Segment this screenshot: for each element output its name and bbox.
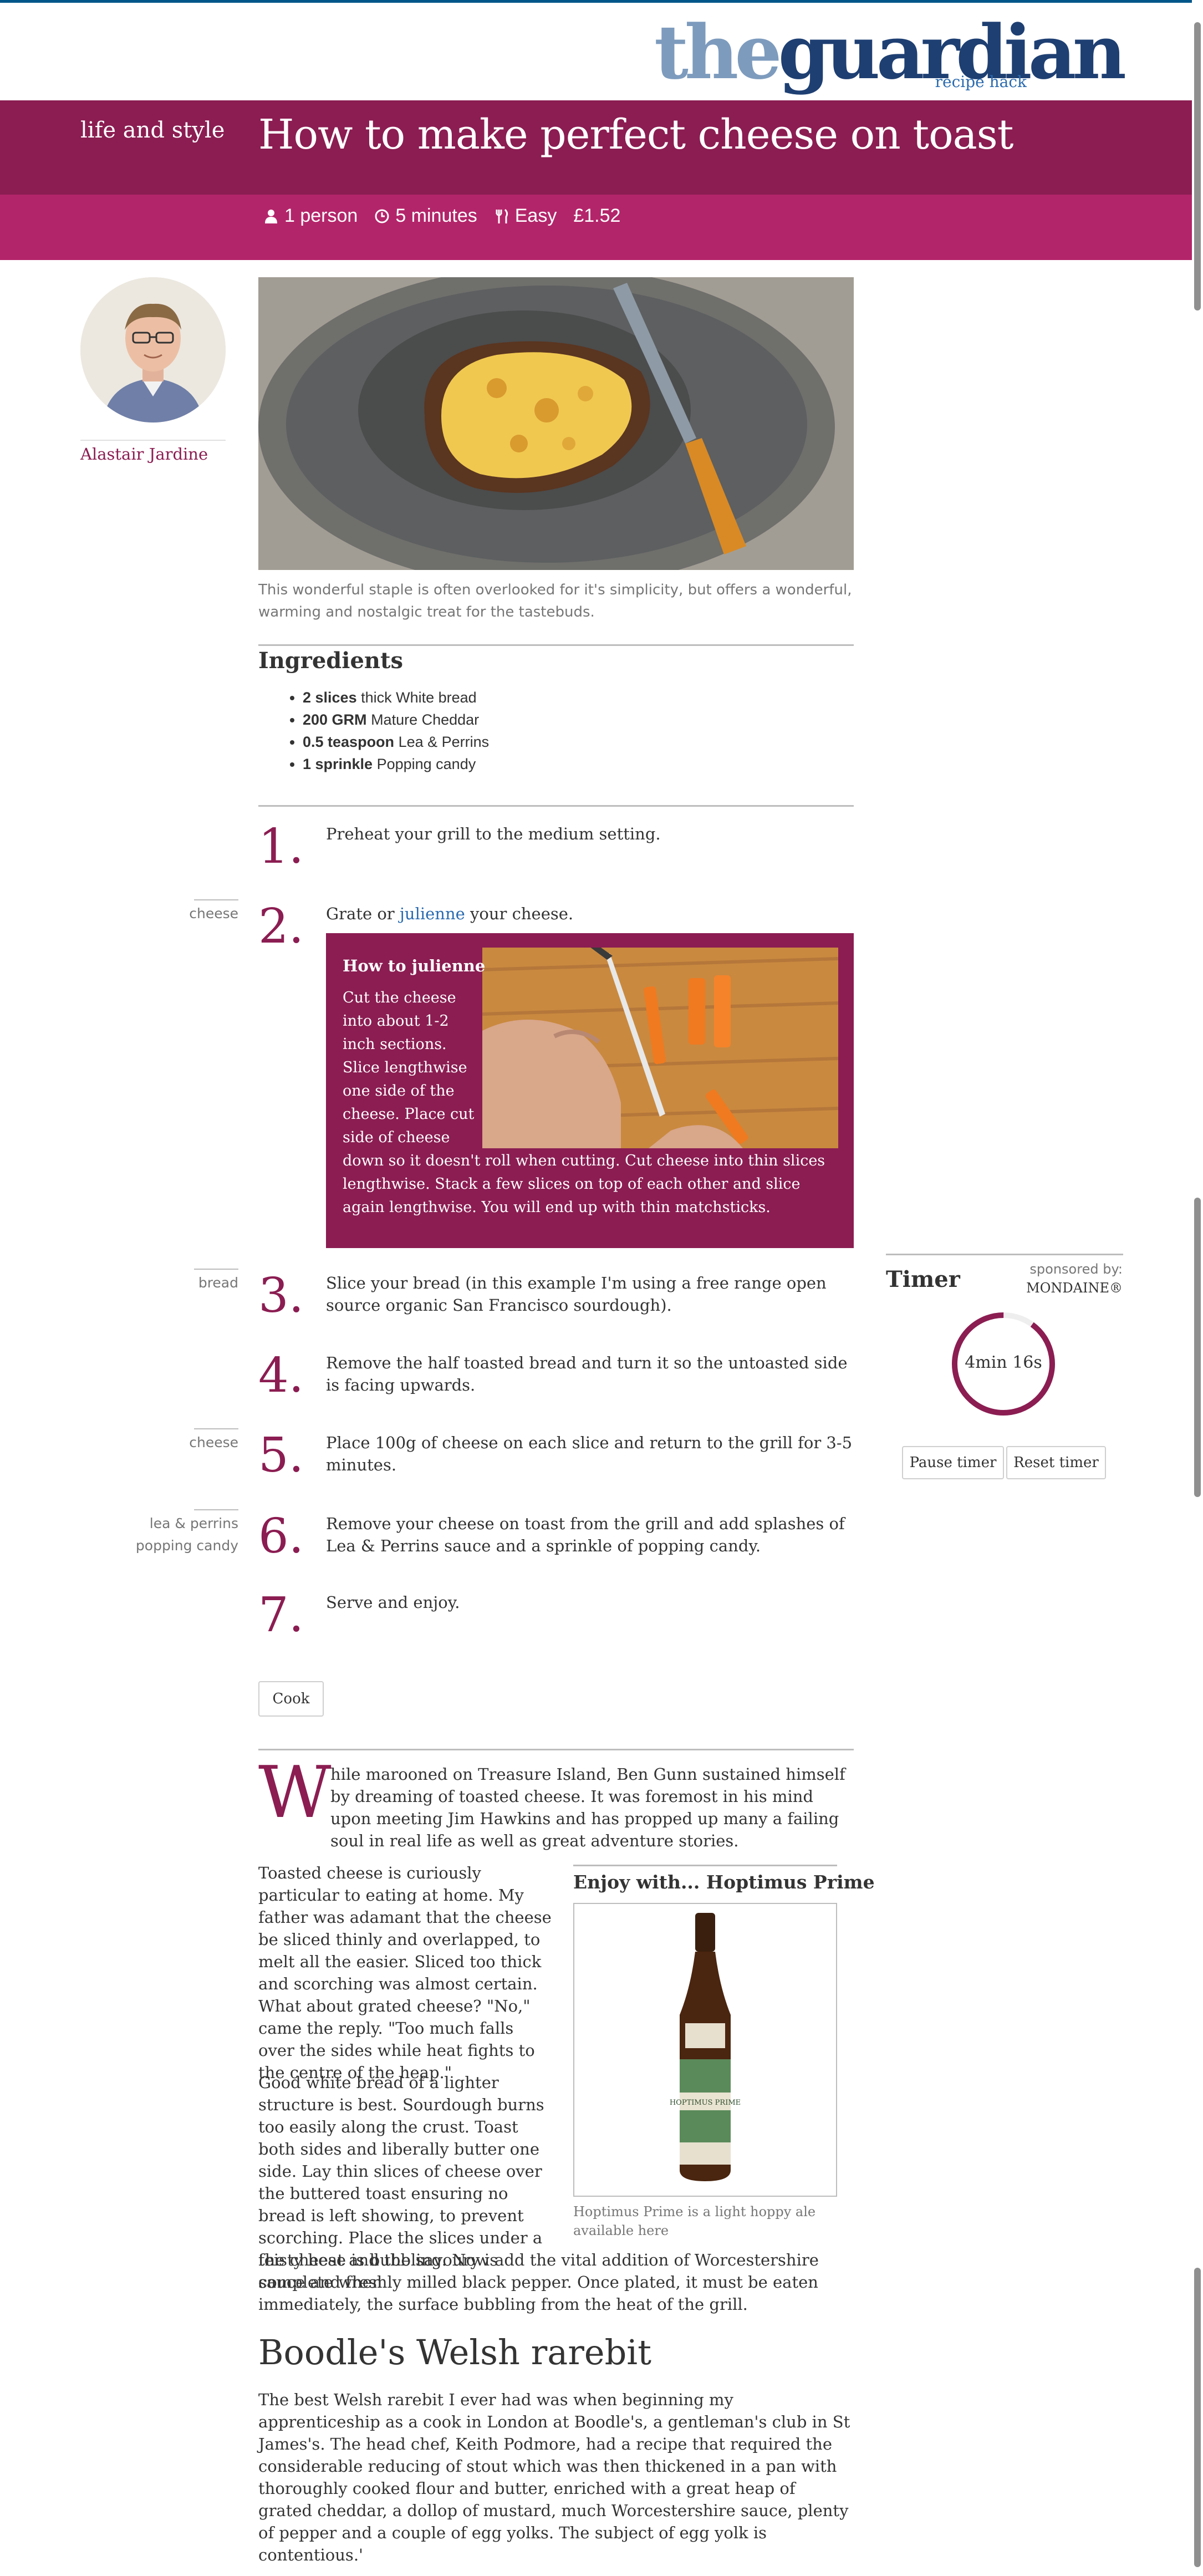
page-title: How to make perfect cheese on toast xyxy=(258,111,1013,159)
julienne-link[interactable]: julienne xyxy=(400,904,465,923)
guardian-logo[interactable]: theguardian xyxy=(654,15,1126,89)
bottle-label: HOPTIMUS PRIME xyxy=(670,2099,741,2107)
person-icon xyxy=(265,209,277,223)
ingredient-item: 2 slices thick White bread xyxy=(303,686,489,709)
julienne-box: How to julienne Cut the cheese into abou… xyxy=(326,933,854,1248)
meta-band xyxy=(0,195,1203,260)
ingredients-divider xyxy=(258,644,854,646)
time-value: 5 minutes xyxy=(395,205,477,226)
step-tag: cheese xyxy=(189,1428,238,1454)
hero-image xyxy=(258,277,854,570)
author-avatar[interactable] xyxy=(80,277,226,422)
step-number: 4. xyxy=(258,1348,304,1403)
step-number: 1. xyxy=(258,819,304,874)
pause-timer-button[interactable]: Pause timer xyxy=(902,1446,1004,1479)
aside-title: Enjoy with... Hoptimus Prime xyxy=(573,1871,875,1893)
method-divider xyxy=(258,805,854,807)
step-tag: cheese xyxy=(189,899,238,925)
step-number: 6. xyxy=(258,1509,304,1564)
step-5: 5. Place 100g of cheese on each slice an… xyxy=(258,1432,854,1482)
article-divider xyxy=(258,1749,854,1750)
ingredient-item: 200 GRM Mature Cheddar xyxy=(303,709,489,731)
cost-value: £1.52 xyxy=(573,205,621,226)
step-7: 7. Serve and enjoy. xyxy=(258,1591,854,1641)
aside-caption: Hoptimus Prime is a light hoppy ale avai… xyxy=(573,2204,816,2238)
cost: £1.52 xyxy=(573,205,620,227)
step-text: Remove your cheese on toast from the gri… xyxy=(326,1514,845,1555)
drop-cap: W xyxy=(258,1752,332,1834)
step-4: 4. Remove the half toasted bread and tur… xyxy=(258,1352,854,1407)
step-number: 2. xyxy=(258,899,304,954)
step-tag: lea & perrins popping candy xyxy=(135,1509,239,1557)
timer-title: Timer xyxy=(886,1266,960,1292)
logo-the: the xyxy=(654,8,782,96)
prep-time: 5 minutes xyxy=(374,205,477,227)
julienne-text: Cut the cheese into about 1-2 inch secti… xyxy=(343,986,842,1219)
article-intro: hile marooned on Treasure Island, Ben Gu… xyxy=(330,1763,854,1852)
ingredient-name: Popping candy xyxy=(376,756,476,772)
scrollbar-thumb[interactable] xyxy=(1194,22,1201,310)
scrollbar-thumb[interactable] xyxy=(1194,1198,1201,1497)
sponsored-label: sponsored by: xyxy=(1029,1261,1123,1277)
step-text: Serve and enjoy. xyxy=(326,1593,460,1612)
servings: 1 person xyxy=(263,205,358,227)
step-1: 1. Preheat your grill to the medium sett… xyxy=(258,823,854,873)
ingredient-item: 1 sprinkle Popping candy xyxy=(303,753,489,775)
article-paragraph: Toasted cheese is curiously particular t… xyxy=(258,1864,552,2082)
ingredient-qty: 0.5 teaspoon xyxy=(303,734,395,750)
step-tag-line: popping candy xyxy=(135,1538,238,1554)
article-paragraph: the cheese is bubbling. Now add the vita… xyxy=(258,2251,819,2314)
aside-divider xyxy=(573,1865,837,1866)
ingredients-list: 2 slices thick White bread 200 GRM Matur… xyxy=(303,686,489,775)
ingredient-qty: 1 sprinkle xyxy=(303,756,373,772)
difficulty-value: Easy xyxy=(514,205,557,226)
ingredient-name: Lea & Perrins xyxy=(398,734,490,750)
step-text: Grate or julienne your cheese. xyxy=(326,903,854,925)
step-text-after: your cheese. xyxy=(465,904,574,923)
servings-value: 1 person xyxy=(284,205,358,226)
difficulty: Easy xyxy=(494,205,557,227)
ingredient-qty: 2 slices xyxy=(303,689,357,706)
ingredient-item: 0.5 teaspoon Lea & Perrins xyxy=(303,731,489,753)
recipe-meta: 1 person 5 minutes Easy £1.52 xyxy=(263,205,620,227)
section-heading: Boodle's Welsh rarebit xyxy=(258,2332,652,2373)
logo-subtitle: recipe hack xyxy=(935,73,1027,91)
timer-value: 4min 16s xyxy=(965,1353,1042,1372)
sponsor-name[interactable]: MONDAINE® xyxy=(1026,1279,1123,1297)
hero-caption: This wonderful staple is often overlooke… xyxy=(258,582,852,620)
step-text: Preheat your grill to the medium setting… xyxy=(326,824,661,843)
julienne-title: How to julienne xyxy=(343,956,486,975)
clock-icon xyxy=(375,209,389,223)
step-tag: bread xyxy=(193,1269,239,1294)
step-number: 3. xyxy=(258,1268,304,1323)
cutlery-icon xyxy=(496,208,508,223)
beer-bottle-image[interactable]: HOPTIMUS PRIME xyxy=(573,1903,837,2197)
step-number: 5. xyxy=(258,1428,304,1483)
scrollbar[interactable] xyxy=(1192,0,1203,2576)
author-name[interactable]: Alastair Jardine xyxy=(80,445,208,464)
step-3: 3. Slice your bread (in this example I'm… xyxy=(258,1272,854,1327)
section-label[interactable]: life and style xyxy=(80,118,225,143)
step-text: Place 100g of cheese on each slice and r… xyxy=(326,1433,853,1474)
ingredients-title: Ingredients xyxy=(258,648,403,674)
intro-text: hile marooned on Treasure Island, Ben Gu… xyxy=(330,1765,845,1850)
article-paragraph: The best Welsh rarebit I ever had was wh… xyxy=(258,2390,850,2564)
ingredient-qty: 200 GRM xyxy=(303,711,367,728)
step-text: Remove the half toasted bread and turn i… xyxy=(326,1353,848,1394)
step-number: 7. xyxy=(258,1587,304,1643)
step-text: Slice your bread (in this example I'm us… xyxy=(326,1274,827,1315)
step-tag-line: lea & perrins xyxy=(149,1515,238,1531)
reset-timer-button[interactable]: Reset timer xyxy=(1006,1446,1106,1479)
author-divider xyxy=(80,440,226,441)
timer-divider xyxy=(886,1254,1123,1255)
timer-sponsor: sponsored by: MONDAINE® xyxy=(1026,1260,1123,1297)
step-text-before: Grate or xyxy=(326,904,400,923)
step-6: 6. Remove your cheese on toast from the … xyxy=(258,1513,854,1568)
ingredient-name: Mature Cheddar xyxy=(371,711,480,728)
scrollbar-thumb[interactable] xyxy=(1194,2268,1201,2567)
ingredient-name: thick White bread xyxy=(361,689,477,706)
cook-button[interactable]: Cook xyxy=(258,1681,324,1717)
masthead: theguardian recipe hack xyxy=(0,3,1203,100)
